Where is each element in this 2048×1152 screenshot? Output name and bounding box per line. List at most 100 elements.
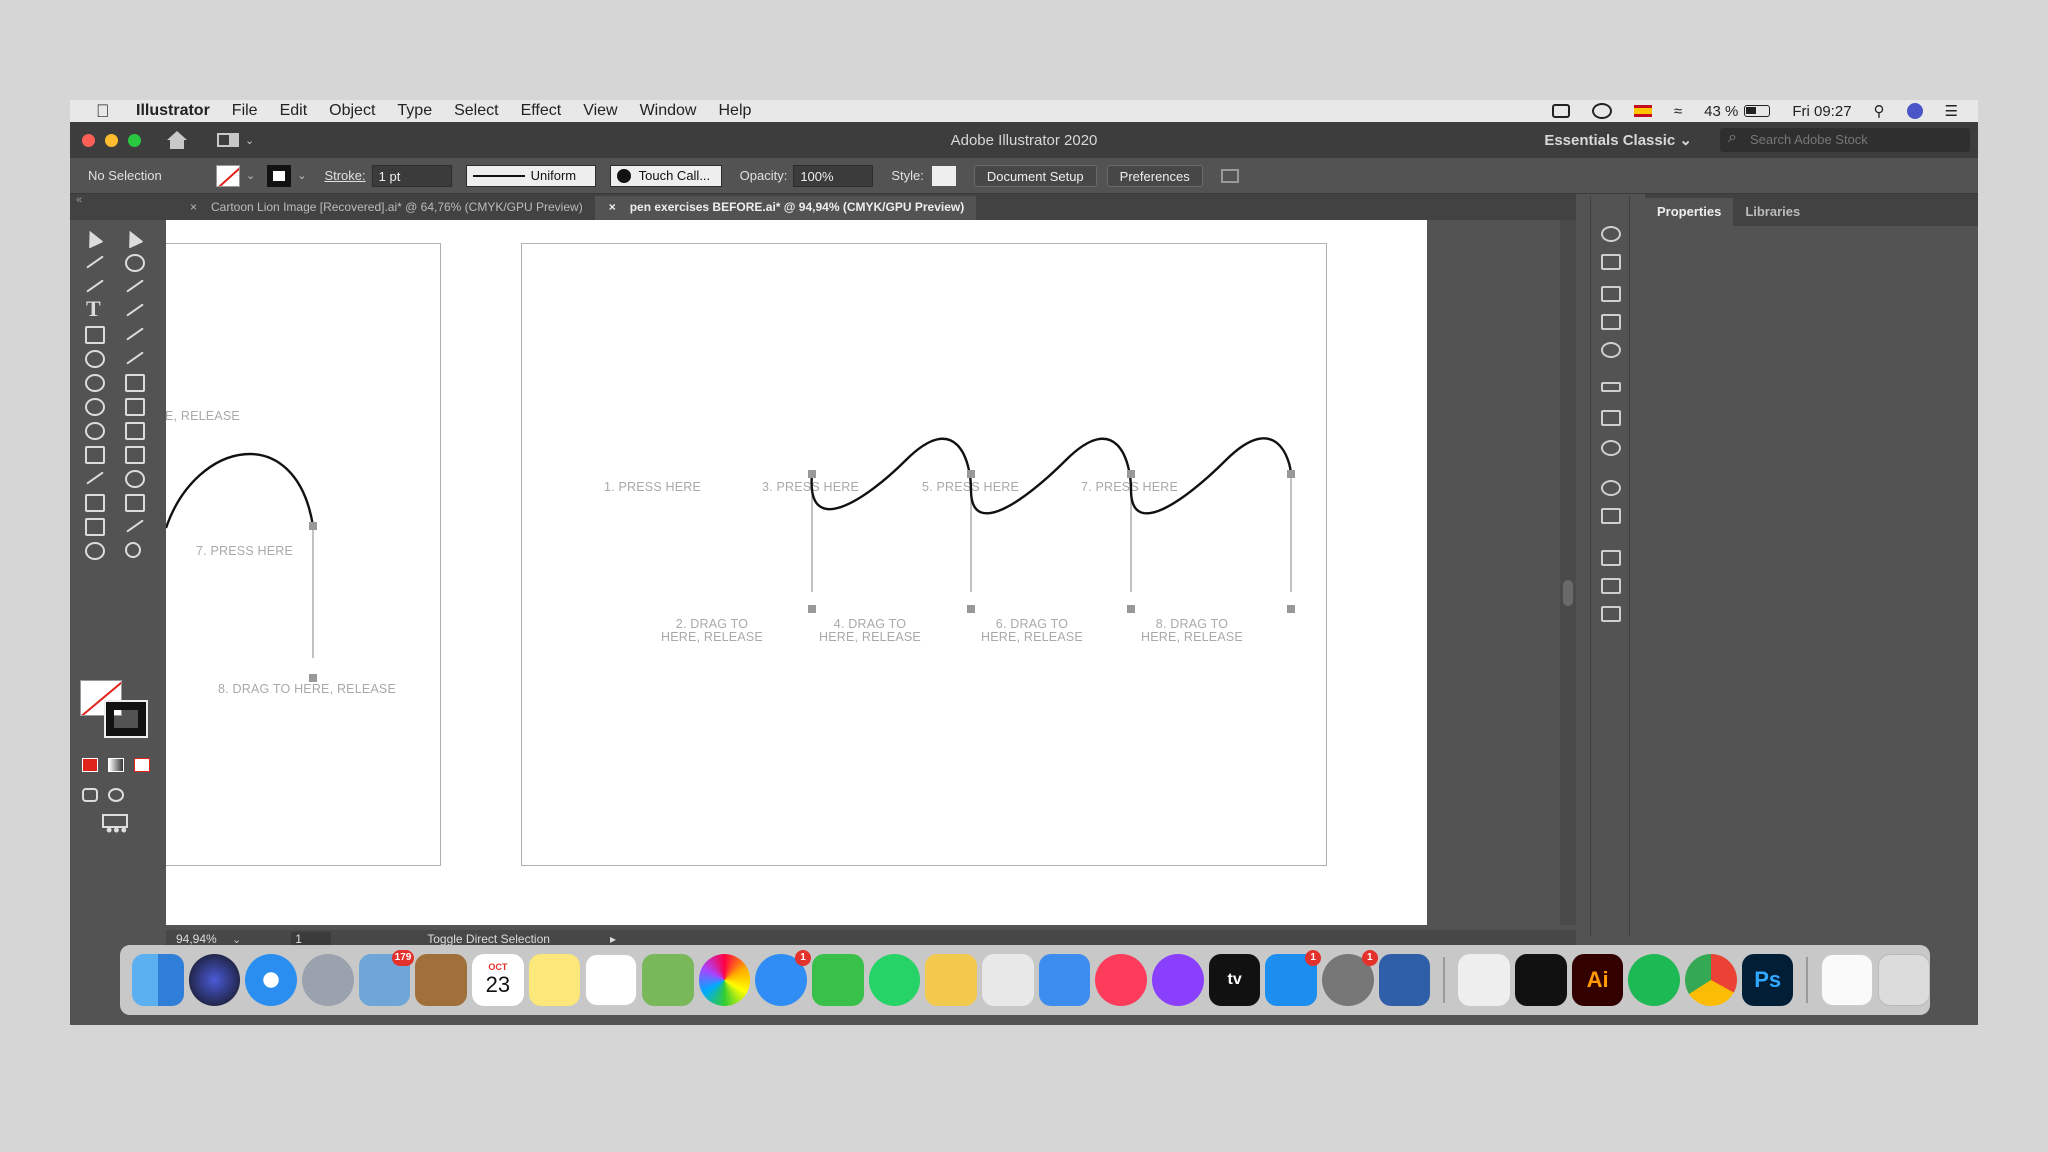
document-setup-button[interactable]: Document Setup (973, 164, 1097, 187)
draw-behind-icon[interactable] (108, 788, 124, 802)
music-icon[interactable] (1095, 954, 1148, 1006)
graphic-styles-icon[interactable] (1601, 508, 1621, 524)
variable-width-profile-select[interactable]: Uniform (465, 164, 596, 187)
zoom-dropdown-icon[interactable]: ⌄ (232, 933, 241, 946)
zoom-window-button[interactable] (128, 133, 141, 147)
chevron-down-icon[interactable]: ⌄ (245, 134, 254, 147)
canvas-area[interactable]: E, RELEASE 7. PRESS HERE 8. DRAG TO HERE… (166, 220, 1576, 996)
draw-mode-icon[interactable] (82, 788, 98, 802)
notification-center-icon[interactable]: ☰ (1945, 102, 1958, 120)
siri-app-icon[interactable] (188, 954, 241, 1006)
color-guide-icon[interactable] (1601, 254, 1621, 270)
perspective-grid-tool-icon[interactable] (122, 418, 146, 440)
symbols-panel-icon[interactable] (1601, 342, 1621, 358)
tab-cartoon-lion[interactable]: × Cartoon Lion Image [Recovered].ai* @ 6… (176, 196, 595, 220)
gradient-mode-icon[interactable] (108, 758, 124, 772)
lasso-tool-icon[interactable] (122, 250, 146, 272)
symbol-sprayer-tool-icon[interactable] (82, 490, 106, 512)
fill-color-swatch[interactable] (216, 164, 240, 187)
finder-icon[interactable] (132, 954, 184, 1006)
stroke-weight-field[interactable]: 1 pt (371, 164, 452, 187)
stroke-black-swatch[interactable] (104, 700, 148, 738)
apple-tv-icon[interactable]: tv (1208, 954, 1261, 1006)
zoom-tool-icon[interactable] (122, 538, 146, 560)
calendar-icon[interactable]: OCT 23 (472, 954, 524, 1006)
brush-definition-select[interactable]: Touch Call... (609, 164, 722, 187)
shaper-tool-icon[interactable] (82, 346, 106, 368)
siri-icon[interactable] (1906, 103, 1923, 119)
tab-pen-exercises[interactable]: × pen exercises BEFORE.ai* @ 94,94% (CMY… (594, 196, 977, 220)
gradient-tool-icon[interactable] (122, 442, 146, 464)
slice-tool-icon[interactable] (122, 514, 146, 536)
tab-properties[interactable]: Properties (1645, 198, 1734, 226)
close-window-button[interactable] (82, 133, 95, 147)
transparency-panel-icon[interactable] (1601, 440, 1621, 456)
arrange-documents-icon[interactable] (217, 133, 239, 147)
menu-effect[interactable]: Effect (521, 102, 562, 120)
document-stack-icon[interactable] (1821, 954, 1874, 1006)
preferences-button[interactable]: Preferences (1106, 164, 1203, 187)
fill-stroke-widget[interactable] (80, 680, 148, 738)
stroke-dropdown-icon[interactable]: ⌄ (297, 169, 306, 182)
stroke-color-swatch[interactable] (267, 164, 292, 187)
align-options-icon[interactable] (1220, 168, 1239, 183)
asset-export-icon[interactable] (1601, 578, 1621, 594)
menu-file[interactable]: File (232, 102, 258, 120)
minimize-window-button[interactable] (105, 133, 118, 147)
photoshop-icon[interactable]: Ps (1741, 954, 1794, 1006)
spotify-icon[interactable] (1628, 954, 1681, 1006)
menu-select[interactable]: Select (454, 102, 498, 120)
pen-tool-icon[interactable] (82, 274, 106, 296)
screen-sharing-icon[interactable] (1378, 954, 1431, 1006)
messages-icon[interactable]: 1 (755, 950, 812, 1006)
menu-type[interactable]: Type (397, 102, 432, 120)
podcasts-icon[interactable] (1152, 954, 1204, 1006)
photos-icon[interactable] (698, 954, 751, 1006)
close-tab-icon[interactable]: × (190, 200, 197, 220)
appearance-panel-icon[interactable] (1601, 480, 1621, 496)
edit-toolbar-icon[interactable]: ••• (106, 820, 128, 841)
close-tab-icon[interactable]: × (609, 200, 616, 220)
trash-icon[interactable] (1878, 954, 1930, 1006)
pen-app-icon[interactable] (1458, 954, 1511, 1006)
acrobat-icon[interactable] (1515, 954, 1567, 1006)
launchpad-icon[interactable] (302, 954, 354, 1006)
apple-menu-icon[interactable]:  (96, 101, 124, 122)
zoom-level-field[interactable]: 94,94% (176, 932, 226, 946)
rotate-tool-icon[interactable] (82, 370, 106, 392)
line-segment-tool-icon[interactable] (122, 298, 146, 320)
free-transform-tool-icon[interactable] (122, 394, 146, 416)
brushes-panel-icon[interactable] (1601, 314, 1621, 330)
safari-icon[interactable] (245, 954, 298, 1006)
status-menu-arrow-icon[interactable]: ▸ (610, 932, 616, 946)
menu-app-name[interactable]: Illustrator (136, 102, 210, 120)
fill-dropdown-icon[interactable]: ⌄ (246, 169, 255, 182)
facetime-icon[interactable] (812, 954, 864, 1006)
keynote-icon[interactable] (1038, 954, 1091, 1006)
input-source-flag-icon[interactable] (1633, 105, 1652, 117)
column-graph-tool-icon[interactable] (122, 490, 146, 512)
artboard-number-field[interactable]: 1 (291, 932, 332, 946)
system-preferences-icon[interactable]: 1 (1322, 950, 1378, 1006)
type-tool-icon[interactable] (82, 296, 106, 320)
stroke-panel-icon[interactable] (1601, 382, 1621, 392)
hand-tool-icon[interactable] (82, 538, 106, 560)
scroll-thumb[interactable] (1563, 580, 1573, 606)
menu-view[interactable]: View (583, 102, 617, 120)
direct-selection-tool-icon[interactable] (122, 226, 146, 248)
mesh-tool-icon[interactable] (82, 442, 106, 464)
contacts-icon[interactable] (415, 954, 468, 1006)
wifi-icon[interactable]: ≈ (1674, 103, 1682, 120)
color-mode-icon[interactable] (82, 758, 98, 772)
workspace-switcher[interactable]: Essentials Classic ⌄ (1544, 131, 1692, 149)
artboard-tool-icon[interactable] (82, 514, 106, 536)
illustrator-icon[interactable]: Ai (1571, 954, 1624, 1006)
width-tool-icon[interactable] (82, 394, 106, 416)
selection-tool-icon[interactable] (82, 226, 106, 248)
curvature-tool-icon[interactable] (122, 274, 146, 296)
layers-panel-icon[interactable] (1601, 550, 1621, 566)
mail-icon[interactable]: 179 (358, 950, 415, 1006)
stroke-label[interactable]: Stroke: (324, 168, 365, 183)
spotlight-search-icon[interactable]: ⚲ (1874, 102, 1885, 120)
screen-mirroring-icon[interactable] (1551, 104, 1570, 118)
